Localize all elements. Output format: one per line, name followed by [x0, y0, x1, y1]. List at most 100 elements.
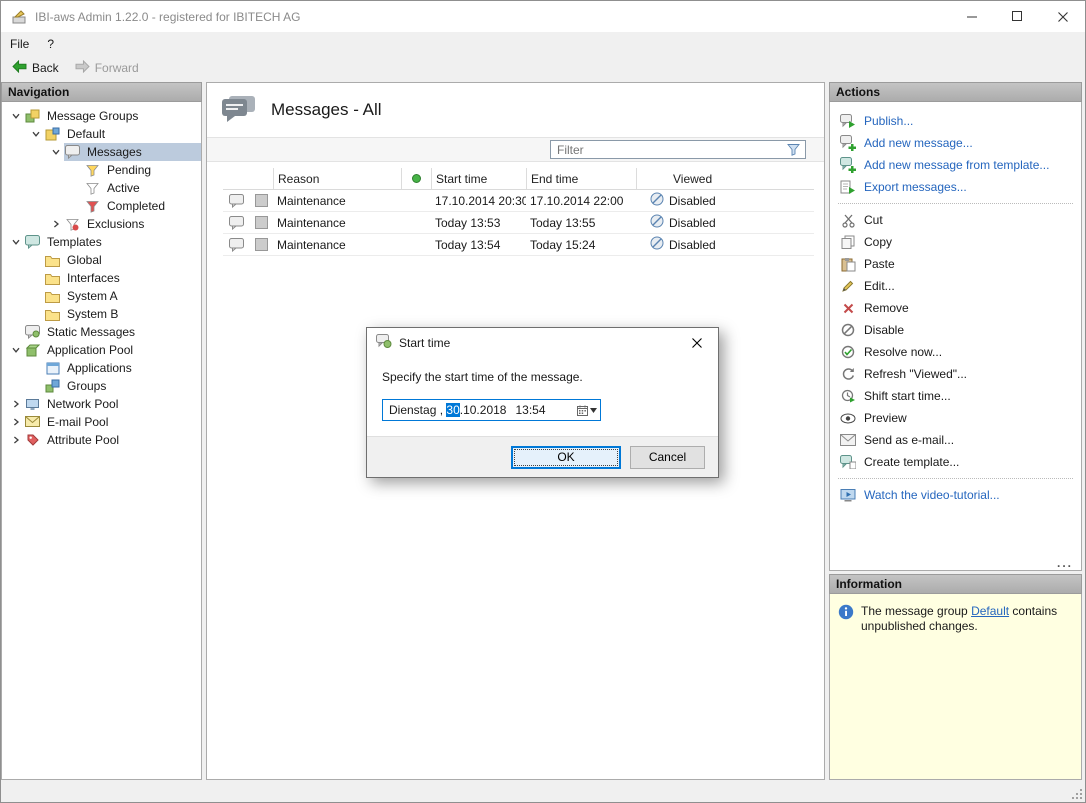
ok-button[interactable]: OK [511, 446, 621, 469]
chevron-right-icon[interactable] [8, 396, 24, 412]
chevron-right-icon[interactable] [8, 432, 24, 448]
tree-item-default[interactable]: Default [2, 125, 201, 143]
tree-item-templates[interactable]: Templates [2, 233, 201, 251]
date-day-name[interactable]: Dienstag [389, 403, 436, 417]
tree-item-network-pool[interactable]: Network Pool [2, 395, 201, 413]
chevron-right-icon[interactable] [48, 216, 64, 232]
action-label: Publish... [864, 114, 913, 128]
action-edit[interactable]: Edit... [830, 275, 1081, 297]
page-title: Messages - All [271, 100, 382, 120]
minimize-button[interactable] [950, 1, 995, 32]
filter-icon[interactable] [781, 141, 805, 158]
main-header: Messages - All [207, 83, 824, 137]
datetime-picker[interactable]: Dienstag , 30.10.201813:54 [382, 399, 601, 421]
tree-item-application-pool[interactable]: Application Pool [2, 341, 201, 359]
menu-help[interactable]: ? [38, 34, 63, 54]
action-export-messages[interactable]: Export messages... [830, 176, 1081, 198]
tree-item-global[interactable]: Global [2, 251, 201, 269]
action-preview[interactable]: Preview [830, 407, 1081, 429]
column-header-status[interactable] [401, 168, 431, 189]
action-disable[interactable]: Disable [830, 319, 1081, 341]
date-day-selected[interactable]: 30 [446, 403, 459, 417]
menu-file[interactable]: File [1, 34, 38, 54]
action-add-message-from-template[interactable]: Add new message from template... [830, 154, 1081, 176]
action-send-as-email[interactable]: Send as e-mail... [830, 429, 1081, 451]
tree-item-messages[interactable]: Messages [2, 143, 201, 161]
dialog-title-bar[interactable]: Start time [367, 328, 718, 358]
chevron-right-icon[interactable] [8, 414, 24, 430]
row-checkbox[interactable] [255, 216, 268, 229]
row-checkbox[interactable] [255, 194, 268, 207]
tree-item-completed[interactable]: Completed [2, 197, 201, 215]
tree-item-active[interactable]: Active [2, 179, 201, 197]
action-watch-video-tutorial[interactable]: Watch the video-tutorial... [830, 484, 1081, 506]
actions-list: Publish... Add new message... Add new me… [829, 102, 1082, 571]
dialog-close-icon[interactable] [676, 328, 718, 358]
date-time[interactable]: 13:54 [515, 403, 545, 417]
viewed-label: Disabled [669, 238, 716, 252]
action-remove[interactable]: Remove [830, 297, 1081, 319]
information-header: Information [829, 574, 1082, 594]
column-header-reason[interactable]: Reason [273, 168, 401, 189]
action-label: Watch the video-tutorial... [864, 488, 1000, 502]
filter-input[interactable] [551, 143, 781, 157]
messages-title-icon [221, 94, 257, 127]
tree-item-pending[interactable]: Pending [2, 161, 201, 179]
column-header-end-time[interactable]: End time [526, 168, 636, 189]
resize-grip[interactable] [1070, 787, 1083, 800]
actions-header: Actions [829, 82, 1082, 102]
chevron-down-icon[interactable] [28, 126, 44, 142]
cell-viewed: Disabled [636, 214, 814, 231]
column-header-start-time[interactable]: Start time [431, 168, 526, 189]
date-month-year[interactable]: .10.2018 [460, 403, 507, 417]
action-publish[interactable]: Publish... [830, 110, 1081, 132]
column-header-viewed[interactable]: Viewed [636, 168, 814, 189]
action-shift-start-time[interactable]: Shift start time... [830, 385, 1081, 407]
action-resolve-now[interactable]: Resolve now... [830, 341, 1081, 363]
tree-item-system-b[interactable]: System B [2, 305, 201, 323]
tree-item-groups[interactable]: Groups [2, 377, 201, 395]
table-row[interactable]: Maintenance Today 13:54 Today 15:24 Disa… [223, 234, 814, 256]
datetime-value[interactable]: Dienstag , 30.10.201813:54 [383, 403, 574, 417]
calendar-dropdown-button[interactable] [574, 400, 600, 420]
default-group-link[interactable]: Default [971, 604, 1009, 618]
chevron-down-icon[interactable] [8, 342, 24, 358]
action-cut[interactable]: Cut [830, 209, 1081, 231]
chevron-down-icon[interactable] [48, 144, 64, 160]
row-checkbox[interactable] [255, 238, 268, 251]
information-text: The message group Default contains unpub… [861, 604, 1073, 634]
table-row[interactable]: Maintenance 17.10.2014 20:30 17.10.2014 … [223, 190, 814, 212]
tree-label: Exclusions [84, 216, 147, 232]
chevron-down-icon[interactable] [8, 108, 24, 124]
tree-item-static-messages[interactable]: Static Messages [2, 323, 201, 341]
back-button[interactable]: Back [5, 58, 66, 78]
action-add-new-message[interactable]: Add new message... [830, 132, 1081, 154]
action-copy[interactable]: Copy [830, 231, 1081, 253]
tree-item-applications[interactable]: Applications [2, 359, 201, 377]
cell-end-time: Today 15:24 [526, 238, 636, 252]
chevron-down-icon[interactable] [8, 234, 24, 250]
tree-item-exclusions[interactable]: Exclusions [2, 215, 201, 233]
tree-item-email-pool[interactable]: E-mail Pool [2, 413, 201, 431]
forward-arrow-icon [75, 60, 90, 76]
action-refresh-viewed[interactable]: Refresh "Viewed"... [830, 363, 1081, 385]
action-create-template[interactable]: Create template... [830, 451, 1081, 473]
tree-item-interfaces[interactable]: Interfaces [2, 269, 201, 287]
navigation-header: Navigation [1, 82, 202, 102]
tree-item-message-groups[interactable]: Message Groups [2, 107, 201, 125]
folder-icon [44, 271, 61, 286]
cell-end-time: Today 13:55 [526, 216, 636, 230]
cancel-button[interactable]: Cancel [630, 446, 705, 469]
message-icon [223, 194, 249, 208]
actions-overflow-indicator[interactable]: ... [1057, 556, 1073, 570]
action-paste[interactable]: Paste [830, 253, 1081, 275]
maximize-button[interactable] [995, 1, 1040, 32]
tree-item-system-a[interactable]: System A [2, 287, 201, 305]
tree-label: Static Messages [44, 324, 138, 340]
table-row[interactable]: Maintenance Today 13:53 Today 13:55 Disa… [223, 212, 814, 234]
toolbar: Back Forward [1, 55, 1085, 80]
forward-button[interactable]: Forward [68, 58, 146, 78]
close-button[interactable] [1040, 1, 1085, 32]
tree-item-attribute-pool[interactable]: Attribute Pool [2, 431, 201, 449]
application-pool-icon [24, 343, 41, 358]
